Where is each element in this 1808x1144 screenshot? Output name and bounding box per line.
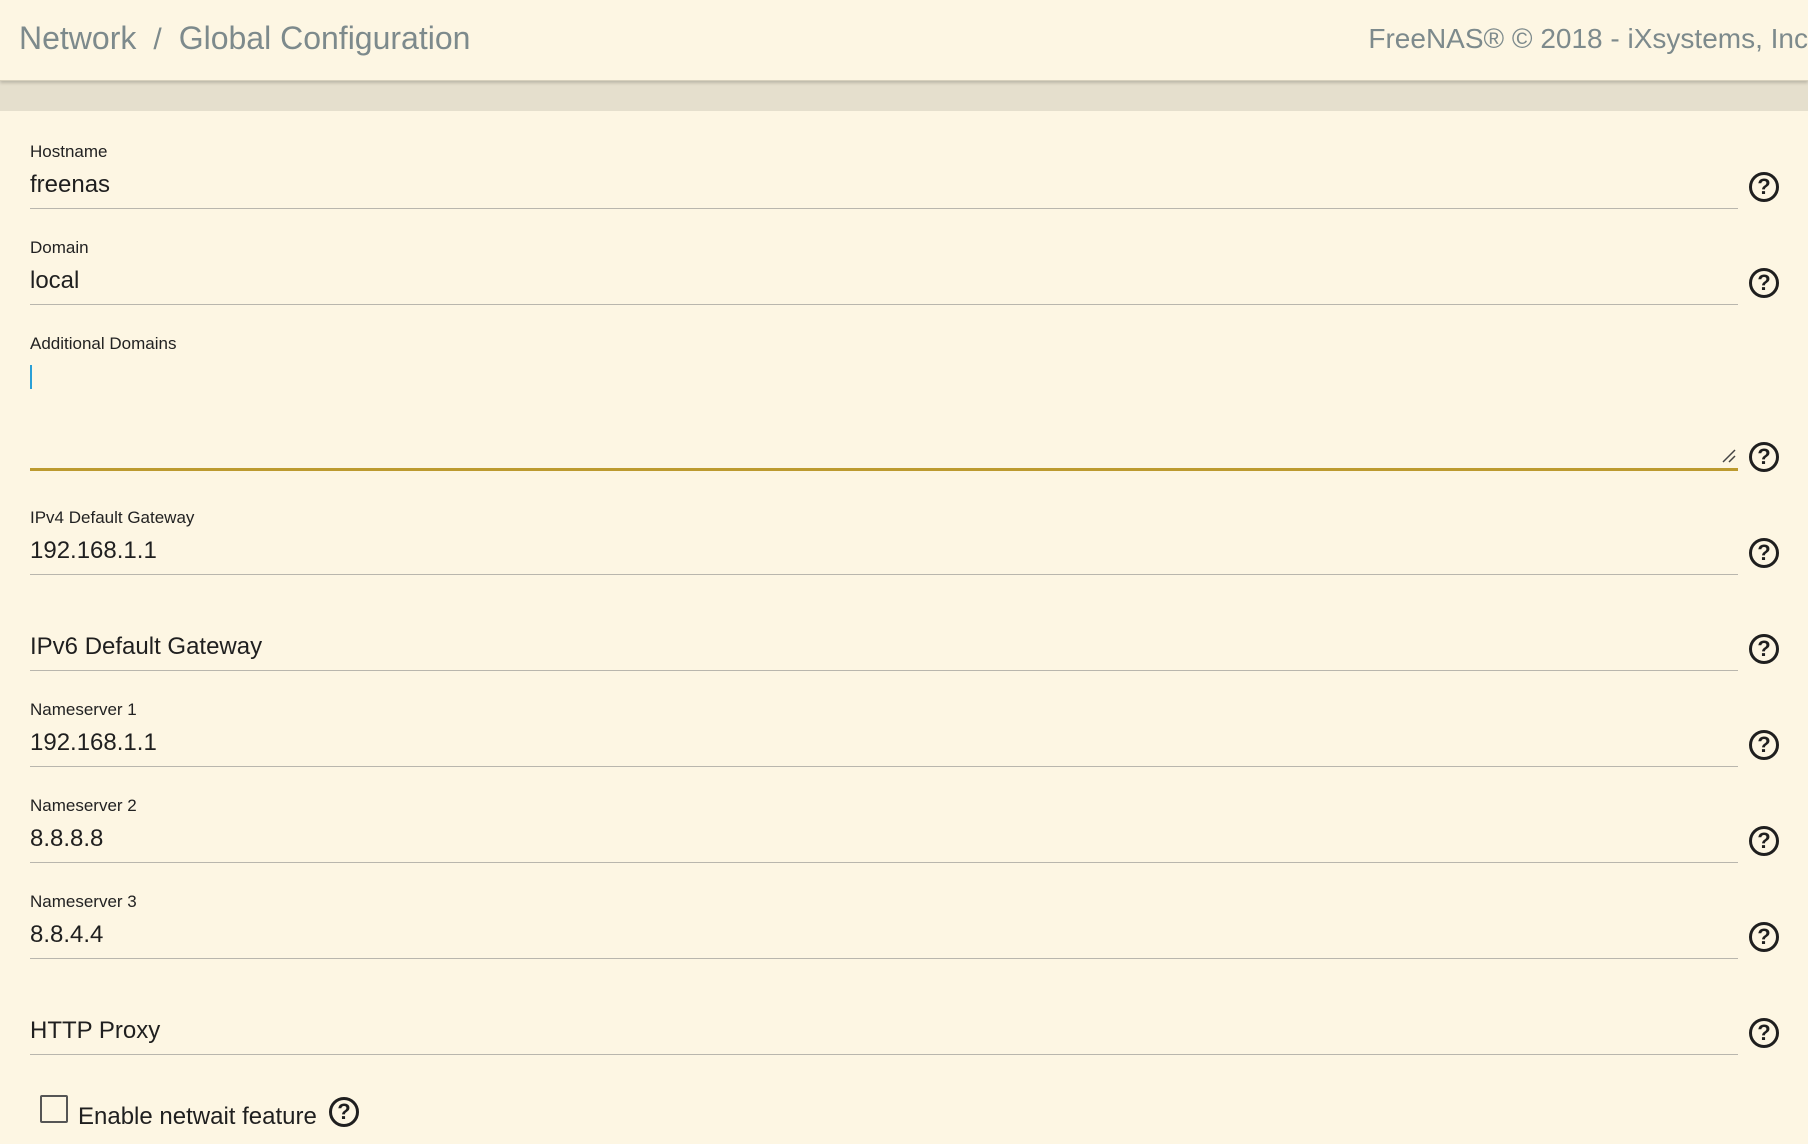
nameserver1-help-icon[interactable]: ? (1749, 730, 1779, 760)
nameserver1-field[interactable]: Nameserver 1 192.168.1.1 (30, 669, 1738, 769)
ipv4-gateway-help-icon[interactable]: ? (1749, 538, 1779, 568)
http-proxy-underline (30, 1054, 1738, 1055)
ipv6-gateway-help-icon[interactable]: ? (1749, 634, 1779, 664)
hostname-field[interactable]: Hostname freenas (30, 111, 1738, 211)
nameserver2-help-icon[interactable]: ? (1749, 826, 1779, 856)
http-proxy-input[interactable]: HTTP Proxy (30, 1017, 160, 1045)
section-band (0, 80, 1808, 111)
domain-input[interactable]: local (30, 267, 79, 295)
netwait-help-icon[interactable]: ? (329, 1097, 359, 1127)
copyright-text: FreeNAS® © 2018 - iXsystems, Inc (1368, 23, 1808, 54)
hostname-help-icon[interactable]: ? (1749, 172, 1779, 202)
breadcrumb-network-link[interactable]: Network (19, 20, 136, 56)
ipv6-gateway-input[interactable]: IPv6 Default Gateway (30, 633, 262, 661)
nameserver3-help-icon[interactable]: ? (1749, 922, 1779, 952)
resize-handle-icon[interactable] (1722, 449, 1736, 463)
nameserver1-input[interactable]: 192.168.1.1 (30, 729, 157, 757)
nameserver2-label: Nameserver 2 (30, 796, 137, 815)
netwait-checkbox[interactable] (40, 1095, 68, 1123)
additional-domains-field[interactable]: Additional Domains (30, 303, 1738, 493)
domain-help-icon[interactable]: ? (1749, 268, 1779, 298)
nameserver3-input[interactable]: 8.8.4.4 (30, 921, 103, 949)
additional-domains-label: Additional Domains (30, 334, 177, 353)
additional-domains-underline (30, 468, 1738, 471)
http-proxy-help-icon[interactable]: ? (1749, 1018, 1779, 1048)
nameserver3-field[interactable]: Nameserver 3 8.8.4.4 (30, 861, 1738, 961)
breadcrumb-separator: / (153, 23, 162, 56)
ipv4-gateway-label: IPv4 Default Gateway (30, 508, 195, 527)
netwait-label[interactable]: Enable netwait feature (78, 1103, 317, 1131)
text-cursor (30, 365, 32, 389)
breadcrumb-current: Global Configuration (178, 20, 471, 56)
nameserver1-label: Nameserver 1 (30, 700, 137, 719)
top-bar: Network / Global Configuration FreeNAS® © … (0, 0, 1808, 81)
http-proxy-field[interactable]: HTTP Proxy (30, 957, 1738, 1057)
global-configuration-form: Hostname freenas Domain local Additional… (0, 111, 1808, 1144)
ipv4-gateway-input[interactable]: 192.168.1.1 (30, 537, 157, 565)
hostname-input[interactable]: freenas (30, 171, 110, 199)
ipv4-gateway-field[interactable]: IPv4 Default Gateway 192.168.1.1 (30, 477, 1738, 577)
hostname-label: Hostname (30, 142, 108, 161)
breadcrumb: Network / Global Configuration (19, 20, 470, 57)
nameserver2-input[interactable]: 8.8.8.8 (30, 825, 103, 853)
nameserver3-label: Nameserver 3 (30, 892, 137, 911)
domain-field[interactable]: Domain local (30, 207, 1738, 307)
additional-domains-help-icon[interactable]: ? (1749, 442, 1779, 472)
ipv6-gateway-field[interactable]: IPv6 Default Gateway (30, 573, 1738, 673)
nameserver2-field[interactable]: Nameserver 2 8.8.8.8 (30, 765, 1738, 865)
domain-label: Domain (30, 238, 89, 257)
